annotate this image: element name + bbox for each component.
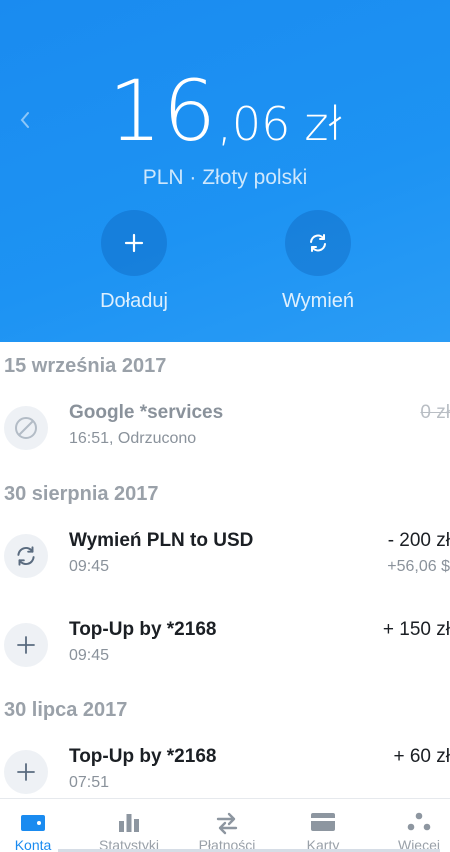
transaction-row[interactable]: Top-Up by *2168 09:45 + 150 zł (0, 619, 450, 689)
balance-header: 16,06 zł PLN · Złoty polski Doładuj Wymie… (0, 0, 450, 342)
transaction-subtitle: 07:51 (69, 774, 110, 791)
transaction-amount: 0 zł (420, 402, 450, 423)
balance-integer: 16 (108, 62, 218, 160)
tab-statistics[interactable]: Statystyki (84, 799, 174, 852)
transaction-title: Google *services (69, 402, 224, 423)
exchange-button[interactable]: Wymień (238, 210, 398, 313)
plus-icon[interactable] (101, 210, 167, 276)
topup-button[interactable]: Doładuj (54, 210, 214, 313)
declined-icon (4, 406, 48, 450)
date-header: 15 września 2017 (4, 355, 167, 377)
balance-decimal: ,06 (217, 97, 291, 151)
transaction-subtitle: 09:45 (69, 647, 110, 664)
transfer-arrows-icon (182, 811, 272, 835)
transaction-amount-secondary: +56,06 $ (387, 558, 450, 575)
plus-icon (4, 623, 48, 667)
tab-more[interactable]: Więcej (374, 799, 450, 852)
balance-amount: 16,06 zł (0, 62, 450, 160)
transaction-subtitle: 09:45 (69, 558, 110, 575)
transaction-title: Top-Up by *2168 (69, 746, 217, 767)
date-header: 30 sierpnia 2017 (4, 483, 159, 505)
transaction-amount: + 60 zł (393, 746, 450, 767)
transaction-amount: + 150 zł (382, 619, 450, 640)
tab-payments[interactable]: Płatności (182, 799, 272, 852)
transaction-amount: - 200 zł (387, 530, 450, 551)
transaction-subtitle: 16:51, Odrzucono (69, 430, 197, 447)
exchange-icon[interactable] (285, 210, 351, 276)
exchange-label: Wymień (281, 290, 355, 312)
topup-label: Doładuj (100, 290, 168, 312)
tab-cards[interactable]: Karty (278, 799, 368, 852)
card-icon (278, 811, 368, 835)
bottom-tab-bar: Konta Statystyki Płatności Karty Więcej (0, 798, 450, 852)
exchange-icon (4, 534, 48, 578)
transaction-title: Wymień PLN to USD (69, 530, 254, 551)
wallet-icon (0, 811, 78, 835)
bar-chart-icon (84, 811, 174, 835)
date-header: 30 lipca 2017 (4, 699, 128, 721)
currency-name: PLN · Złoty polski (142, 166, 308, 189)
tab-accounts[interactable]: Konta (0, 799, 78, 852)
plus-icon (4, 750, 48, 794)
transaction-title: Top-Up by *2168 (69, 619, 217, 640)
more-dots-icon (374, 811, 450, 835)
balance-currency: zł (304, 97, 342, 151)
transaction-row[interactable]: Wymień PLN to USD 09:45 - 200 zł +56,06 … (0, 530, 450, 600)
transaction-row[interactable]: Google *services 16:51, Odrzucono 0 zł (0, 402, 450, 472)
